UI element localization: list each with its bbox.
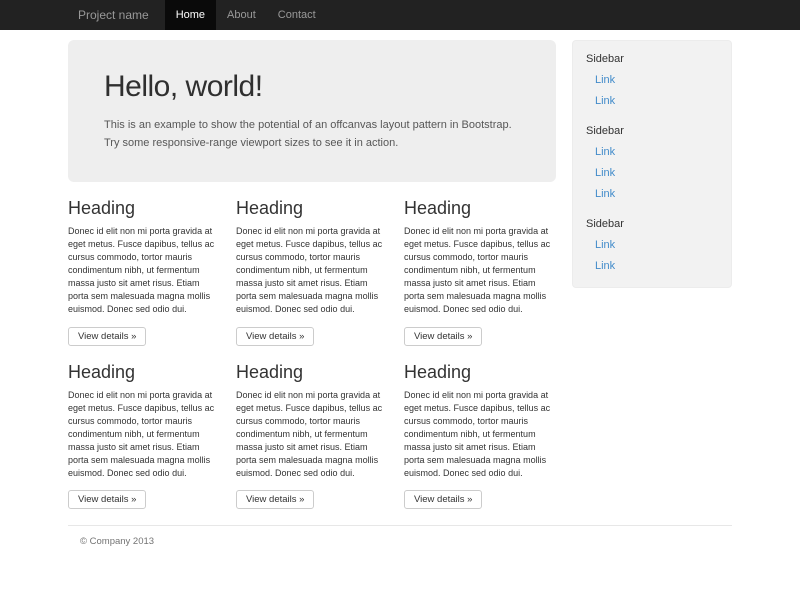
footer-copyright: © Company 2013 xyxy=(68,526,732,547)
sidebar-group-header: Sidebar xyxy=(573,121,731,142)
nav-item-about[interactable]: About xyxy=(216,0,267,30)
navbar-menu: Home About Contact xyxy=(165,0,327,30)
card-heading: Heading xyxy=(68,362,220,383)
sidebar-group: Sidebar Link Link xyxy=(573,214,731,277)
content-card: Heading Donec id elit non mi porta gravi… xyxy=(68,346,220,509)
sidebar-link[interactable]: Link xyxy=(573,163,731,184)
view-details-button[interactable]: View details » xyxy=(236,327,314,346)
top-navbar: Project name Home About Contact xyxy=(0,0,800,30)
card-heading: Heading xyxy=(68,198,220,219)
content-card: Heading Donec id elit non mi porta gravi… xyxy=(236,182,388,345)
main-content: Hello, world! This is an example to show… xyxy=(68,40,556,509)
nav-item-home[interactable]: Home xyxy=(165,0,216,30)
jumbotron-text: This is an example to show the potential… xyxy=(104,117,520,152)
view-details-button[interactable]: View details » xyxy=(404,327,482,346)
view-details-button[interactable]: View details » xyxy=(404,490,482,509)
sidebar-link[interactable]: Link xyxy=(573,91,731,112)
sidebar-group-header: Sidebar xyxy=(573,214,731,235)
view-details-button[interactable]: View details » xyxy=(68,327,146,346)
view-details-button[interactable]: View details » xyxy=(236,490,314,509)
card-heading: Heading xyxy=(404,198,556,219)
sidebar-group: Sidebar Link Link xyxy=(573,49,731,112)
content-card: Heading Donec id elit non mi porta gravi… xyxy=(236,346,388,509)
card-body: Donec id elit non mi porta gravida at eg… xyxy=(236,389,388,480)
card-heading: Heading xyxy=(404,362,556,383)
content-card: Heading Donec id elit non mi porta gravi… xyxy=(404,182,556,345)
card-body: Donec id elit non mi porta gravida at eg… xyxy=(236,225,388,316)
card-body: Donec id elit non mi porta gravida at eg… xyxy=(404,225,556,316)
card-heading: Heading xyxy=(236,362,388,383)
navbar-brand[interactable]: Project name xyxy=(68,0,159,30)
content-card: Heading Donec id elit non mi porta gravi… xyxy=(68,182,220,345)
card-body: Donec id elit non mi porta gravida at eg… xyxy=(68,389,220,480)
jumbotron-title: Hello, world! xyxy=(104,70,520,104)
card-body: Donec id elit non mi porta gravida at eg… xyxy=(68,225,220,316)
sidebar-link[interactable]: Link xyxy=(573,235,731,256)
sidebar-panel: Sidebar Link Link Sidebar Link Link Link… xyxy=(572,40,732,288)
sidebar-link[interactable]: Link xyxy=(573,184,731,205)
offcanvas-row: Hello, world! This is an example to show… xyxy=(68,30,732,509)
navbar-container: Project name Home About Contact xyxy=(68,0,732,30)
card-body: Donec id elit non mi porta gravida at eg… xyxy=(404,389,556,480)
sidebar-link[interactable]: Link xyxy=(573,70,731,91)
sidebar-link[interactable]: Link xyxy=(573,256,731,277)
content-card: Heading Donec id elit non mi porta gravi… xyxy=(404,346,556,509)
jumbotron: Hello, world! This is an example to show… xyxy=(68,40,556,182)
cards-grid: Heading Donec id elit non mi porta gravi… xyxy=(68,182,556,509)
sidebar-link[interactable]: Link xyxy=(573,142,731,163)
page-footer: © Company 2013 xyxy=(68,526,732,547)
view-details-button[interactable]: View details » xyxy=(68,490,146,509)
sidebar: Sidebar Link Link Sidebar Link Link Link… xyxy=(572,40,732,288)
sidebar-group: Sidebar Link Link Link xyxy=(573,121,731,205)
sidebar-group-header: Sidebar xyxy=(573,49,731,70)
card-heading: Heading xyxy=(236,198,388,219)
page-container: Hello, world! This is an example to show… xyxy=(68,30,732,547)
nav-item-contact[interactable]: Contact xyxy=(267,0,327,30)
